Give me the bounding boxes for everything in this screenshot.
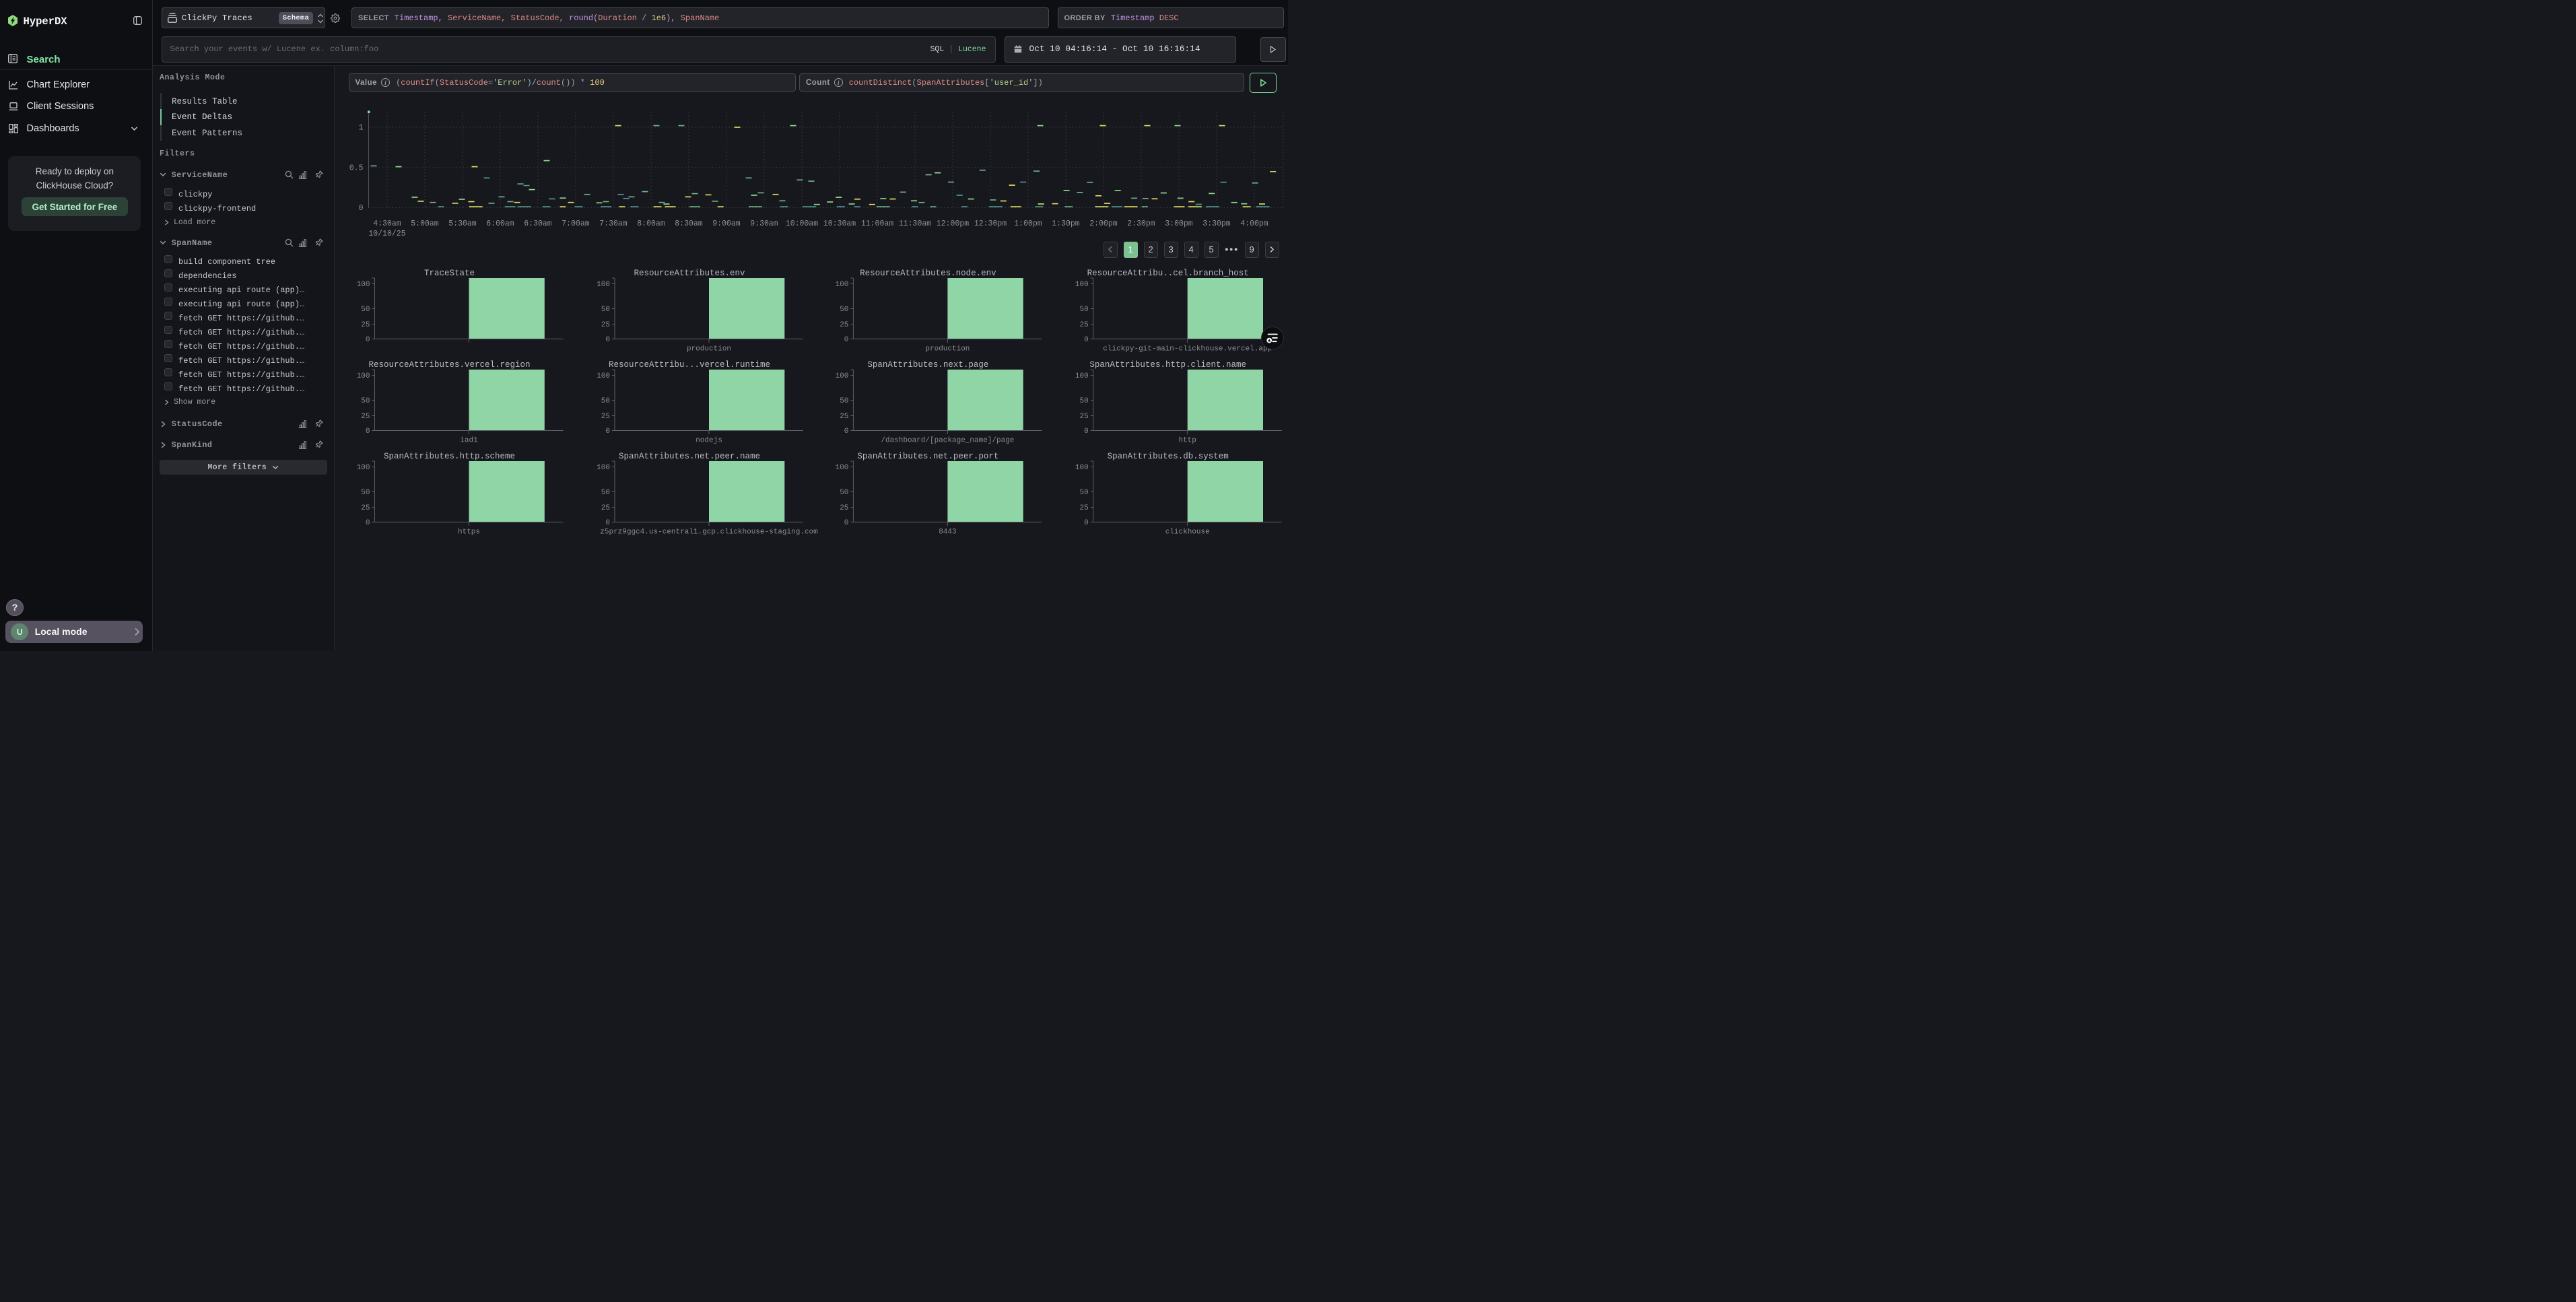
svg-text:8:00am: 8:00am (637, 219, 665, 228)
svg-text:50: 50 (1079, 397, 1088, 405)
svg-text:50: 50 (601, 397, 610, 405)
svg-text:25: 25 (361, 321, 370, 329)
svg-text:9:30am: 9:30am (750, 219, 778, 228)
svg-text:ResourceAttribu...vercel.runti: ResourceAttribu...vercel.runtime (609, 360, 770, 370)
svg-text:1:30pm: 1:30pm (1052, 219, 1080, 228)
svg-text:100: 100 (357, 464, 370, 472)
svg-text:0: 0 (844, 519, 849, 527)
svg-text:100: 100 (597, 372, 610, 380)
svg-text:0.5: 0.5 (349, 164, 364, 172)
svg-text:1:00pm: 1:00pm (1014, 219, 1042, 228)
svg-text:2:00pm: 2:00pm (1089, 219, 1118, 228)
svg-text:0: 0 (605, 336, 610, 344)
svg-text:100: 100 (836, 372, 849, 380)
svg-text:SpanAttributes.net.peer.port: SpanAttributes.net.peer.port (857, 452, 998, 461)
svg-text:25: 25 (601, 504, 610, 512)
svg-text:100: 100 (597, 281, 610, 289)
svg-text:6:30am: 6:30am (524, 219, 552, 228)
svg-text:ResourceAttributes.vercel.regi: ResourceAttributes.vercel.region (368, 360, 530, 370)
svg-text:SpanAttributes.net.peer.name: SpanAttributes.net.peer.name (619, 452, 760, 461)
svg-text:0: 0 (366, 427, 370, 436)
svg-text:3:30pm: 3:30pm (1202, 219, 1231, 228)
svg-text:SpanAttributes.next.page: SpanAttributes.next.page (867, 360, 988, 370)
svg-text:clickhouse: clickhouse (1165, 528, 1210, 537)
svg-text:100: 100 (836, 464, 849, 472)
svg-text:100: 100 (1075, 372, 1089, 380)
svg-text:SpanAttributes.http.client.nam: SpanAttributes.http.client.name (1089, 360, 1246, 370)
svg-text:50: 50 (361, 306, 370, 314)
svg-text:25: 25 (1079, 321, 1088, 329)
svg-text:0: 0 (605, 519, 610, 527)
svg-text:50: 50 (361, 397, 370, 405)
svg-text:12:00pm: 12:00pm (937, 219, 969, 228)
svg-text:50: 50 (840, 306, 848, 314)
svg-text:nodejs: nodejs (696, 437, 722, 445)
svg-text:ResourceAttributes.node.env: ResourceAttributes.node.env (860, 269, 996, 278)
svg-text:25: 25 (1079, 504, 1088, 512)
svg-text:production: production (925, 345, 970, 353)
svg-text:25: 25 (361, 413, 370, 421)
svg-text:z5prz9ggc4.us-central1.gcp.cli: z5prz9ggc4.us-central1.gcp.clickhouse-st… (600, 528, 818, 537)
svg-text:ResourceAttribu..cel.branch_ho: ResourceAttribu..cel.branch_host (1087, 269, 1249, 278)
svg-text:4:00pm: 4:00pm (1240, 219, 1268, 228)
svg-text:SpanAttributes.db.system: SpanAttributes.db.system (1108, 452, 1229, 461)
svg-text:50: 50 (840, 489, 848, 497)
svg-text:5:30am: 5:30am (448, 219, 477, 228)
svg-text:1: 1 (359, 124, 364, 133)
svg-text:100: 100 (357, 372, 370, 380)
svg-text:clickpy-git-main-clickhouse.ve: clickpy-git-main-clickhouse.vercel.app (1103, 345, 1272, 353)
svg-text:/dashboard/[package_name]/page: /dashboard/[package_name]/page (881, 437, 1014, 445)
svg-text:12:30pm: 12:30pm (974, 219, 1007, 228)
svg-text:7:30am: 7:30am (599, 219, 628, 228)
svg-text:0: 0 (366, 336, 370, 344)
svg-text:100: 100 (1075, 464, 1089, 472)
svg-text:25: 25 (840, 413, 848, 421)
svg-text:25: 25 (361, 504, 370, 512)
svg-text:9:00am: 9:00am (712, 219, 741, 228)
svg-text:100: 100 (597, 464, 610, 472)
svg-text:7:00am: 7:00am (562, 219, 590, 228)
svg-text:50: 50 (601, 306, 610, 314)
svg-text:8443: 8443 (939, 528, 956, 537)
svg-text:11:00am: 11:00am (861, 219, 893, 228)
svg-text:25: 25 (601, 413, 610, 421)
svg-text:50: 50 (1079, 489, 1088, 497)
svg-text:0: 0 (844, 427, 849, 436)
svg-text:0: 0 (1084, 336, 1089, 344)
svg-text:11:30am: 11:30am (899, 219, 931, 228)
svg-text:50: 50 (361, 489, 370, 497)
svg-text:0: 0 (1084, 427, 1089, 436)
svg-text:100: 100 (1075, 281, 1089, 289)
svg-text:SpanAttributes.http.scheme: SpanAttributes.http.scheme (384, 452, 515, 461)
svg-text:50: 50 (601, 489, 610, 497)
svg-text:2:30pm: 2:30pm (1127, 219, 1155, 228)
svg-text:http: http (1178, 437, 1196, 445)
svg-text:10/10/25: 10/10/25 (368, 230, 405, 238)
svg-text:TraceState: TraceState (424, 269, 475, 278)
svg-text:10:00am: 10:00am (786, 219, 818, 228)
svg-text:50: 50 (840, 397, 848, 405)
svg-text:ResourceAttributes.env: ResourceAttributes.env (634, 269, 745, 278)
svg-text:iad1: iad1 (460, 437, 478, 445)
svg-text:https: https (458, 528, 480, 537)
svg-text:50: 50 (1079, 306, 1088, 314)
svg-text:0: 0 (844, 336, 849, 344)
svg-text:4:30am: 4:30am (373, 219, 401, 228)
svg-text:25: 25 (1079, 413, 1088, 421)
svg-text:25: 25 (601, 321, 610, 329)
svg-text:100: 100 (836, 281, 849, 289)
svg-text:5:00am: 5:00am (411, 219, 439, 228)
svg-text:6:00am: 6:00am (486, 219, 514, 228)
svg-text:25: 25 (840, 321, 848, 329)
svg-text:0: 0 (1084, 519, 1089, 527)
svg-text:10:30am: 10:30am (823, 219, 856, 228)
svg-text:100: 100 (357, 281, 370, 289)
svg-text:8:30am: 8:30am (675, 219, 703, 228)
svg-text:0: 0 (359, 204, 364, 213)
svg-text:0: 0 (366, 519, 370, 527)
svg-text:production: production (687, 345, 731, 353)
svg-text:3:00pm: 3:00pm (1165, 219, 1193, 228)
svg-text:25: 25 (840, 504, 848, 512)
svg-text:0: 0 (605, 427, 610, 436)
